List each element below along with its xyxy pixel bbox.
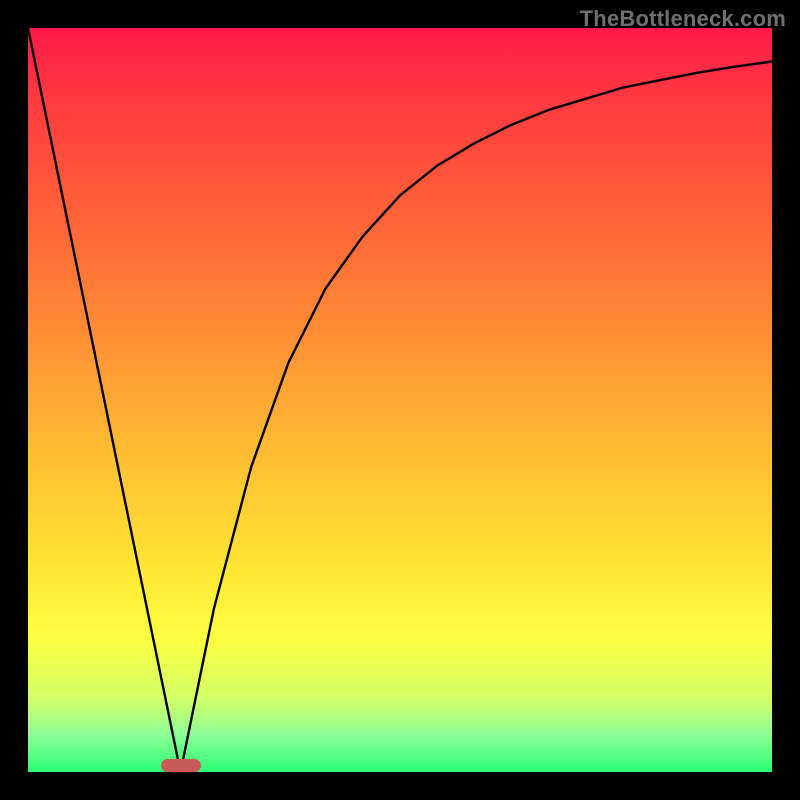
chart-frame: TheBottleneck.com	[0, 0, 800, 800]
watermark-text: TheBottleneck.com	[580, 6, 786, 32]
bottleneck-curve	[28, 28, 772, 772]
optimal-marker	[161, 759, 201, 772]
plot-area	[28, 28, 772, 772]
